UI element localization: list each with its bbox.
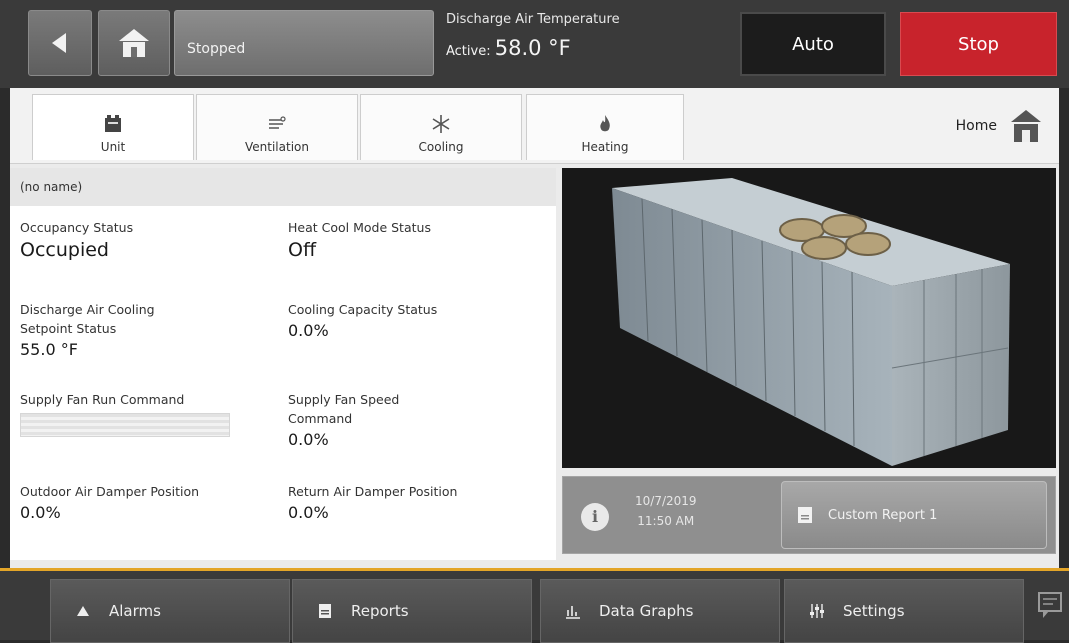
unit-image [562,168,1056,468]
data-graphs-label: Data Graphs [599,602,694,620]
back-arrow-icon [52,33,66,53]
unit-icon [105,115,121,132]
occupancy-status[interactable]: Occupancy Status Occupied [20,218,133,261]
bottom-nav-bar: Alarms Reports Data Graphs Settings [0,568,1069,643]
home-icon [119,29,149,57]
unit-status-text: Stopped [187,41,246,57]
heat-cool-mode-value: Off [288,239,317,261]
tab-cooling-label: Cooling [418,140,464,154]
cooling-capacity-label: Cooling Capacity Status [288,302,438,317]
discharge-air-temp-value: Active: 58.0 °F [446,36,571,60]
reports-label: Reports [351,602,409,620]
stop-button-label: Stop [958,33,999,55]
ventilation-icon [269,116,286,129]
da-cooling-setpoint-status[interactable]: Discharge Air Cooling Setpoint Status 55… [20,300,155,359]
tab-unit-label: Unit [100,140,126,154]
return-air-damper-label: Return Air Damper Position [288,484,458,499]
reports-button[interactable]: Reports [292,579,532,643]
top-bar: Stopped Discharge Air Temperature Active… [0,0,1069,88]
unit-name: (no name) [10,168,556,206]
info-strip: i 10/7/2019 11:50 AM Custom Report 1 [562,476,1056,554]
alarm-bell-icon [77,606,89,616]
data-graphs-button[interactable]: Data Graphs [540,579,780,643]
occupancy-status-label: Occupancy Status [20,220,134,235]
home-link-label: Home [955,118,997,134]
supply-fan-speed-value: 0.0% [288,430,329,449]
supply-fan-speed-label-2: Command [288,411,353,426]
stop-button[interactable]: Stop [900,12,1057,76]
tab-ventilation-label: Ventilation [245,140,309,154]
supply-fan-run-label: Supply Fan Run Command [20,392,185,407]
heating-icon [600,115,610,132]
alarms-button[interactable]: Alarms [50,579,290,643]
main-panel: Unit Ventilation Cooling Heating Home (n… [10,88,1059,568]
tab-ventilation[interactable]: Ventilation [196,94,358,160]
auto-button-label: Auto [792,33,834,55]
graph-icon [566,606,580,619]
settings-button[interactable]: Settings [784,579,1024,643]
home-link[interactable]: Home [956,110,1041,142]
outdoor-air-damper-position[interactable]: Outdoor Air Damper Position 0.0% [20,482,199,522]
occupancy-status-value: Occupied [20,239,109,261]
supply-fan-run-value-placeholder [20,413,230,437]
current-time: 11:50 AM [637,514,695,528]
home-icon [1011,110,1041,142]
active-prefix: Active [446,44,487,59]
tab-cooling[interactable]: Cooling [360,94,522,160]
tab-heating[interactable]: Heating [526,94,684,160]
tab-bar: Unit Ventilation Cooling Heating Home [10,88,1059,164]
settings-sliders-icon [810,604,824,618]
heat-cool-mode-label: Heat Cool Mode Status [288,220,431,235]
unit-points-panel: (no name) Occupancy Status Occupied Heat… [10,168,556,560]
da-cooling-label-1: Discharge Air Cooling [20,302,155,317]
outdoor-air-damper-label: Outdoor Air Damper Position [20,484,200,499]
heat-cool-mode-status[interactable]: Heat Cool Mode Status Off [288,218,431,261]
tab-heating-label: Heating [581,140,629,154]
chat-icon[interactable] [1037,591,1063,621]
outdoor-air-damper-value: 0.0% [20,503,61,522]
active-temperature: 58.0 °F [494,36,571,60]
cooling-capacity-status[interactable]: Cooling Capacity Status 0.0% [288,300,437,340]
home-button[interactable] [98,10,170,76]
return-air-damper-position[interactable]: Return Air Damper Position 0.0% [288,482,457,522]
supply-fan-run-command[interactable]: Supply Fan Run Command [20,390,230,437]
rooftop-unit-illustration [612,178,1010,466]
date-time-display: 10/7/2019 11:50 AM [635,491,697,531]
auto-button[interactable]: Auto [740,12,886,76]
supply-fan-speed-label-1: Supply Fan Speed [288,392,400,407]
custom-report-label: Custom Report 1 [828,507,938,523]
alarms-label: Alarms [109,602,161,620]
cooling-icon [432,115,450,133]
report-icon [319,604,331,618]
tab-unit[interactable]: Unit [32,94,194,160]
supply-fan-speed-command[interactable]: Supply Fan Speed Command 0.0% [288,390,399,449]
report-icon [798,507,812,523]
custom-report-button[interactable]: Custom Report 1 [781,481,1047,549]
cooling-capacity-value: 0.0% [288,321,329,340]
discharge-air-temp-label: Discharge Air Temperature [446,12,620,27]
current-date: 10/7/2019 [635,494,697,508]
info-icon[interactable]: i [581,503,609,531]
da-cooling-value: 55.0 °F [20,340,78,359]
unit-status-box: Stopped [174,10,434,76]
da-cooling-label-2: Setpoint Status [20,321,117,336]
return-air-damper-value: 0.0% [288,503,329,522]
back-button[interactable] [28,10,92,76]
settings-label: Settings [843,602,905,620]
